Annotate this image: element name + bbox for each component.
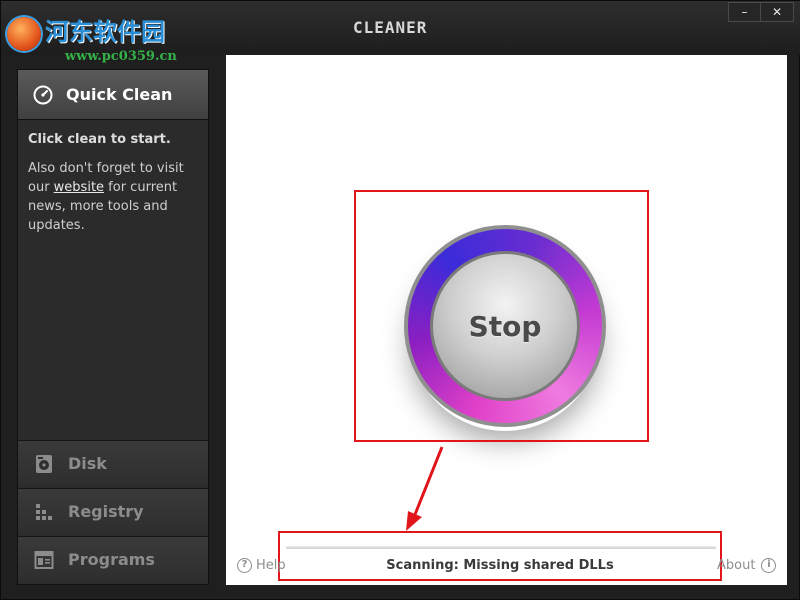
sidebar-item-quick-clean[interactable]: Quick Clean [18, 70, 208, 120]
sidebar-item-label: Quick Clean [66, 85, 173, 104]
app-title: CLEANER [353, 18, 428, 37]
intro-text: Click clean to start. [28, 132, 171, 147]
watermark-logo: 河东软件园 www.pc0359.cn [5, 7, 215, 67]
main-panel: Stop Scanning: Missing shared DLLs ? Hel… [226, 55, 787, 585]
help-link[interactable]: ? Help [237, 558, 286, 573]
help-label: Help [256, 558, 286, 573]
info-message: Also don't forget to visit our website f… [28, 159, 203, 235]
minimize-button[interactable]: – [729, 3, 761, 21]
sidebar-info: Click clean to start. Also don't forget … [28, 130, 203, 235]
registry-icon [36, 503, 52, 520]
disk-icon [36, 454, 52, 473]
annotation-arrow-icon [406, 446, 444, 531]
sidebar-item-programs[interactable]: Programs [18, 536, 208, 582]
title-bar: 河东软件园 www.pc0359.cn CLEANER – ✕ [1, 1, 800, 64]
status-highlight-box [278, 531, 722, 581]
info-icon: i [761, 558, 777, 573]
programs-icon [34, 550, 54, 569]
sidebar-item-label: Disk [68, 454, 107, 473]
scan-status: Scanning: Missing shared DLLs [386, 558, 614, 573]
website-link[interactable]: website [54, 180, 104, 195]
help-icon: ? [237, 558, 252, 573]
stop-highlight-box [354, 190, 649, 442]
sidebar-item-registry[interactable]: Registry [18, 488, 208, 534]
about-label: About [717, 558, 756, 573]
close-button[interactable]: ✕ [761, 3, 793, 21]
window-controls: – ✕ [728, 2, 794, 22]
about-link[interactable]: About i [717, 558, 777, 573]
sidebar-item-label: Programs [68, 550, 155, 569]
app-window: 河东软件园 www.pc0359.cn CLEANER – ✕ Quick Cl… [0, 0, 800, 600]
watermark-text: 河东软件园 [45, 17, 165, 46]
sidebar-item-disk[interactable]: Disk [18, 440, 208, 486]
watermark-icon [7, 17, 41, 51]
watermark-url: www.pc0359.cn [65, 49, 177, 64]
sidebar-item-label: Registry [68, 502, 144, 521]
sidebar: Quick Clean Click clean to start. Also d… [17, 69, 209, 585]
speedometer-icon [33, 85, 53, 104]
